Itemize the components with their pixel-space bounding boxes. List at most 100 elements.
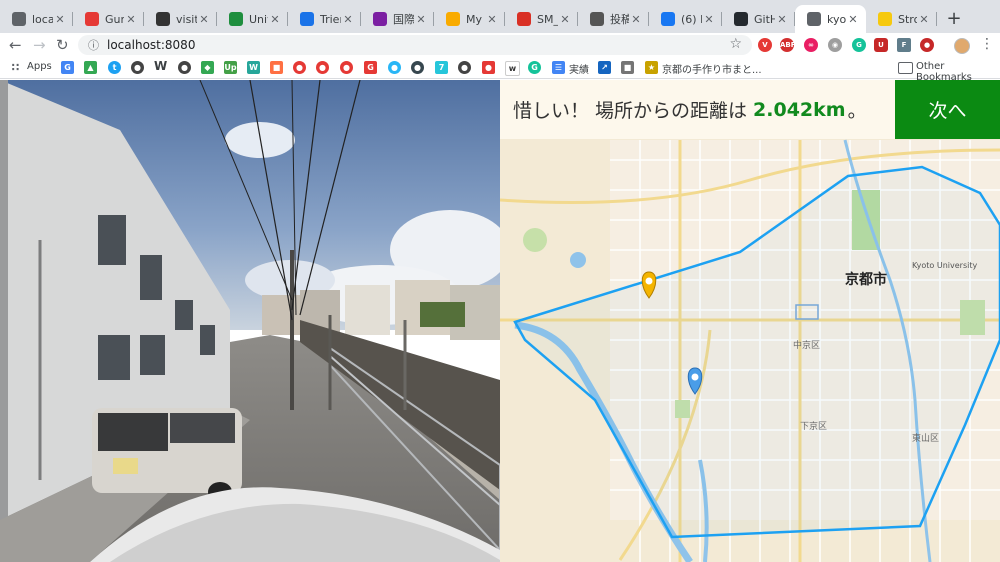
globe-icon[interactable]: ●	[458, 61, 471, 74]
bookmark-icon[interactable]: ◆	[201, 61, 214, 74]
tab[interactable]: Gumm✕	[73, 5, 144, 33]
ublock-icon[interactable]: U	[874, 38, 888, 52]
close-icon[interactable]: ✕	[775, 13, 789, 26]
close-icon[interactable]: ✕	[268, 13, 282, 26]
grammarly-icon[interactable]: G	[852, 38, 866, 52]
close-icon[interactable]: ✕	[846, 13, 860, 26]
tab[interactable]: SM_b✕	[505, 5, 578, 33]
back-icon[interactable]: ←	[9, 36, 22, 54]
tab-title: My Dr	[466, 12, 485, 26]
info-icon[interactable]: ⓘ	[88, 37, 99, 53]
window	[175, 300, 193, 330]
bookmark-icon[interactable]: ■	[621, 61, 634, 74]
extension-icon[interactable]: ●	[920, 38, 934, 52]
result-suffix: 。	[847, 100, 867, 122]
translate-icon[interactable]: G	[61, 61, 74, 74]
car-window	[98, 413, 168, 451]
drive-icon[interactable]: ▲	[84, 61, 97, 74]
extension-icon[interactable]: ∞	[804, 38, 818, 52]
reload-icon[interactable]: ↻	[56, 36, 69, 54]
close-icon[interactable]: ✕	[917, 13, 931, 26]
tab-title: Stroly	[898, 12, 917, 26]
tab-title: GitHu	[754, 12, 775, 26]
bookmark-icon[interactable]: w	[505, 61, 520, 76]
flower-icon	[373, 12, 387, 26]
tab-title: Trienn	[320, 12, 341, 26]
upwork-icon[interactable]: Up	[224, 61, 237, 74]
apps-grid-icon[interactable]: ∷	[9, 61, 22, 74]
close-icon[interactable]: ✕	[414, 13, 428, 26]
result-map[interactable]: 京都市 Kyoto University 中京区 下京区 東山区	[500, 80, 1000, 562]
tab[interactable]: Unive✕	[217, 5, 288, 33]
tab[interactable]: Trienn✕	[288, 5, 361, 33]
bookmark-icon[interactable]: ●	[340, 61, 353, 74]
adblock-icon[interactable]: ABP	[780, 38, 796, 52]
tab[interactable]: 投稿の✕	[578, 5, 649, 33]
tab[interactable]: 国際交✕	[361, 5, 434, 33]
tab-strip: localh✕Gumm✕visits✕Unive✕Trienn✕国際交✕My D…	[0, 0, 1000, 33]
apps-bookmark[interactable]: Apps	[27, 61, 52, 72]
menu-icon[interactable]: ⋮	[980, 36, 994, 52]
globe-icon[interactable]: ●	[388, 61, 401, 74]
distance-value: 2.042km	[753, 98, 846, 121]
close-icon[interactable]: ✕	[485, 13, 499, 26]
bookmark-icon[interactable]: ↗	[598, 61, 611, 74]
browser-toolbar: ← → ↻ ⓘ localhost:8080 ☆ V ABP ∞ ◉ G U F…	[0, 33, 1000, 57]
tab[interactable]: (6) Fa✕	[649, 5, 722, 33]
bookmark-kyoto-market[interactable]: 京都の手作り市まと...	[662, 61, 762, 76]
extension-icon[interactable]: V	[758, 38, 772, 52]
tab[interactable]: Stroly✕	[866, 5, 937, 33]
globe-icon	[807, 12, 821, 26]
address-bar[interactable]: ⓘ localhost:8080 ☆	[78, 35, 752, 55]
grammarly-icon[interactable]: G	[528, 61, 541, 74]
twitter-icon[interactable]: t	[108, 61, 121, 74]
bookmark-w[interactable]: W	[154, 59, 167, 73]
bookmark-icon[interactable]: ●	[293, 61, 306, 74]
tab[interactable]: visits✕	[144, 5, 217, 33]
car-window	[170, 413, 235, 443]
bookmark-icon[interactable]: ■	[270, 61, 283, 74]
bookmark-icon[interactable]: 7	[435, 61, 448, 74]
tab-title: 投稿の	[610, 13, 629, 26]
bookmark-icon[interactable]: ★	[645, 61, 658, 74]
tab[interactable]: My Dr✕	[434, 5, 505, 33]
avatar[interactable]	[954, 38, 970, 54]
maps-pin-icon[interactable]: ●	[482, 61, 495, 74]
tab-title: Gumm	[105, 12, 124, 26]
bookmark-star-icon[interactable]: ☆	[729, 36, 742, 52]
close-icon[interactable]: ✕	[124, 13, 138, 26]
drive-icon	[446, 12, 460, 26]
close-icon[interactable]: ✕	[558, 13, 572, 26]
window	[98, 215, 126, 265]
folder-icon[interactable]	[898, 62, 913, 74]
extension-icon[interactable]: F	[897, 38, 911, 52]
circle-icon	[300, 12, 314, 26]
tree	[420, 302, 465, 327]
close-icon[interactable]: ✕	[341, 13, 355, 26]
next-button[interactable]: 次へ	[895, 80, 1000, 139]
bookmark-icon[interactable]: W	[247, 61, 260, 74]
forward-icon[interactable]: →	[33, 36, 46, 54]
globe-icon[interactable]: ●	[131, 61, 144, 74]
warehouse	[0, 80, 8, 520]
tab[interactable]: localh✕	[0, 5, 73, 33]
tab[interactable]: GitHu✕	[722, 5, 795, 33]
facebook-icon	[661, 12, 675, 26]
close-icon[interactable]: ✕	[53, 13, 67, 26]
gumroad-icon[interactable]: G	[364, 61, 377, 74]
close-icon[interactable]: ✕	[702, 13, 716, 26]
camera-icon[interactable]: ◉	[828, 38, 842, 52]
globe-icon[interactable]: ●	[178, 61, 191, 74]
bookmark-icon[interactable]: ●	[316, 61, 329, 74]
docs-icon[interactable]: ☰	[552, 61, 565, 74]
close-icon[interactable]: ✕	[629, 13, 643, 26]
pdf-icon	[517, 12, 531, 26]
tab-title: (6) Fa	[681, 12, 702, 26]
bookmark-icon[interactable]: ●	[411, 61, 424, 74]
district-label: 下京区	[800, 422, 828, 432]
tab[interactable]: kyoto✕	[795, 5, 866, 33]
street-view-panorama[interactable]	[0, 80, 500, 562]
bookmark-achievements[interactable]: 実績	[569, 61, 589, 76]
close-icon[interactable]: ✕	[197, 13, 211, 26]
new-tab-button[interactable]: +	[944, 8, 964, 29]
